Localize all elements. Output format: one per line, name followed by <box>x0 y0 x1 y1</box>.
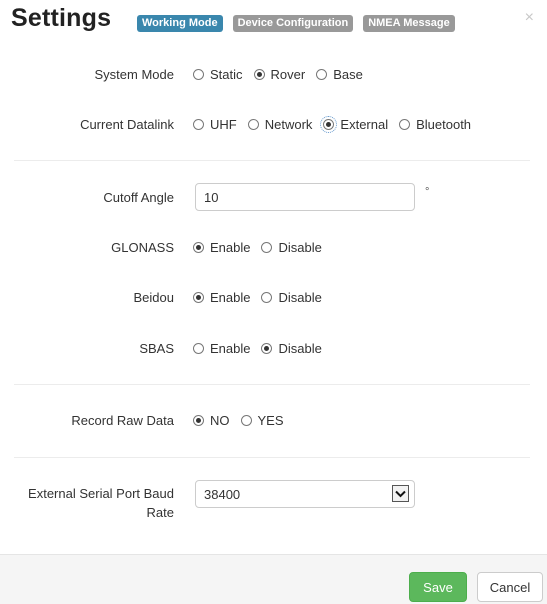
glonass-enable[interactable]: Enable <box>193 240 250 255</box>
beidou-disable[interactable]: Disable <box>261 290 322 305</box>
save-button[interactable]: Save <box>409 572 467 602</box>
glonass-label: GLONASS <box>111 240 174 255</box>
raw-data-options: NO YES <box>193 413 295 428</box>
system-mode-options: Static Rover Base <box>193 67 374 82</box>
option-label: Enable <box>210 341 251 356</box>
option-label: Disable <box>278 290 322 305</box>
tab-working-mode[interactable]: Working Mode <box>137 15 223 32</box>
option-label: Enable <box>210 290 251 305</box>
raw-data-no[interactable]: NO <box>193 413 230 428</box>
baud-label: External Serial Port Baud Rate <box>28 486 174 520</box>
radio-checked-icon[interactable] <box>261 343 273 354</box>
system-mode-base[interactable]: Base <box>316 67 363 82</box>
system-mode-label: System Mode <box>94 67 174 82</box>
chevron-down-icon[interactable] <box>392 485 409 502</box>
sbas-enable[interactable]: Enable <box>193 341 250 356</box>
sbas-label: SBAS <box>139 341 174 356</box>
radio-checked-icon[interactable] <box>193 242 204 253</box>
raw-data-yes[interactable]: YES <box>240 413 284 428</box>
tab-device-configuration[interactable]: Device Configuration <box>232 15 354 32</box>
modal-footer: Save Cancel <box>0 554 547 604</box>
degree-unit: ° <box>425 186 430 198</box>
raw-data-label: Record Raw Data <box>71 413 174 428</box>
datalink-uhf[interactable]: UHF <box>193 117 237 132</box>
radio-icon[interactable] <box>193 69 204 80</box>
radio-checked-icon[interactable] <box>320 116 338 133</box>
option-label: Network <box>264 117 313 132</box>
system-mode-rover[interactable]: Rover <box>253 67 306 82</box>
radio-icon[interactable] <box>399 119 411 130</box>
cutoff-angle-input[interactable]: 10 <box>195 183 415 211</box>
radio-checked-icon[interactable] <box>193 415 204 426</box>
datalink-options: UHF Network External Bluetooth <box>193 116 482 133</box>
divider <box>14 457 530 458</box>
radio-icon[interactable] <box>247 119 259 130</box>
option-label: Enable <box>210 240 251 255</box>
option-label: Disable <box>278 341 322 356</box>
close-icon[interactable]: × <box>525 9 534 27</box>
radio-icon[interactable] <box>261 242 273 253</box>
beidou-enable[interactable]: Enable <box>193 290 250 305</box>
system-mode-static[interactable]: Static <box>193 67 243 82</box>
sbas-disable[interactable]: Disable <box>261 341 322 356</box>
divider <box>14 384 530 385</box>
tab-bar: Working Mode Device Configuration NMEA M… <box>137 15 455 32</box>
glonass-options: Enable Disable <box>193 240 333 255</box>
option-label: Disable <box>278 240 322 255</box>
option-label: Rover <box>270 67 306 82</box>
radio-checked-icon[interactable] <box>193 292 204 303</box>
option-label: Bluetooth <box>416 117 472 132</box>
radio-icon[interactable] <box>261 292 273 303</box>
modal-header: Settings Working Mode Device Configurati… <box>0 0 547 44</box>
option-label: Static <box>210 67 243 82</box>
page-title: Settings <box>11 4 112 32</box>
radio-icon[interactable] <box>193 119 204 130</box>
radio-icon[interactable] <box>240 415 252 426</box>
option-label: External <box>340 117 389 132</box>
tab-nmea-message[interactable]: NMEA Message <box>363 15 455 32</box>
radio-icon[interactable] <box>316 69 328 80</box>
cutoff-label: Cutoff Angle <box>103 190 174 205</box>
divider <box>14 160 530 161</box>
option-label: YES <box>257 413 284 428</box>
option-label: NO <box>210 413 230 428</box>
baud-rate-value: 38400 <box>204 487 241 502</box>
cancel-button[interactable]: Cancel <box>477 572 543 602</box>
sbas-options: Enable Disable <box>193 341 333 356</box>
datalink-network[interactable]: Network <box>247 117 313 132</box>
option-label: UHF <box>210 117 237 132</box>
glonass-disable[interactable]: Disable <box>261 240 322 255</box>
radio-icon[interactable] <box>193 343 204 354</box>
radio-checked-icon[interactable] <box>253 69 265 80</box>
datalink-label: Current Datalink <box>80 117 174 132</box>
datalink-bluetooth[interactable]: Bluetooth <box>399 117 471 132</box>
beidou-label: Beidou <box>133 290 174 305</box>
baud-rate-select[interactable]: 38400 <box>195 480 415 508</box>
beidou-options: Enable Disable <box>193 290 333 305</box>
datalink-external[interactable]: External <box>320 116 389 133</box>
option-label: Base <box>333 67 363 82</box>
